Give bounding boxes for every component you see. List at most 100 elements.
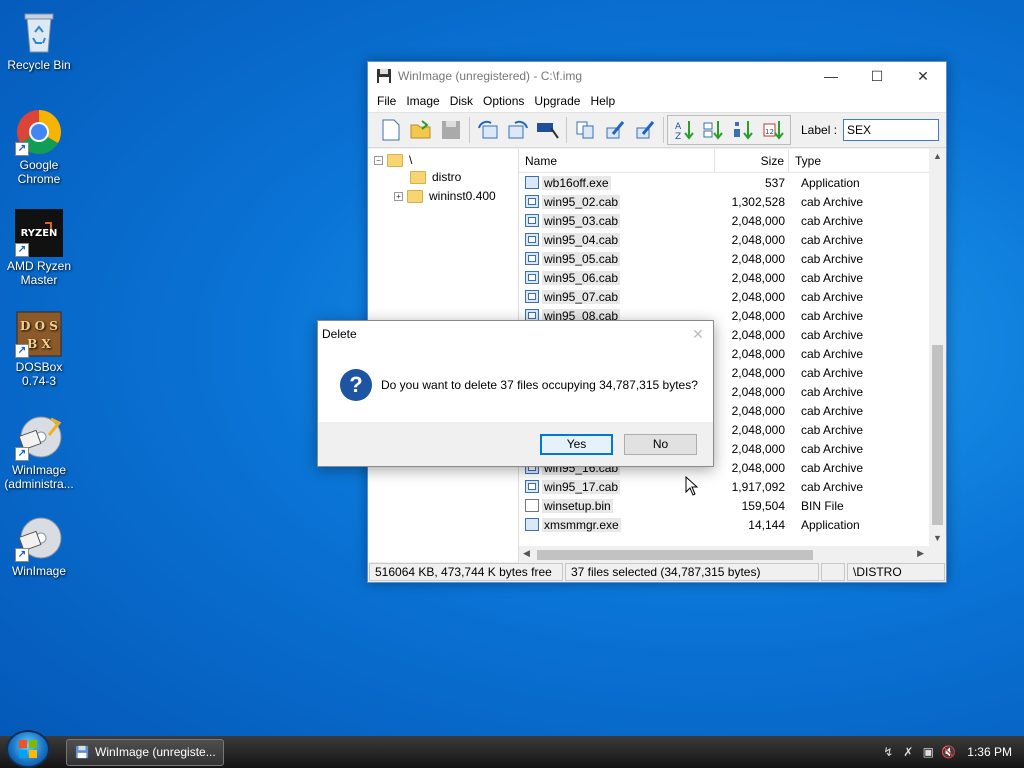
status-empty bbox=[821, 563, 845, 581]
edit-button[interactable] bbox=[600, 116, 630, 144]
sort-by-name-button[interactable]: AZ bbox=[669, 116, 699, 144]
open-button[interactable] bbox=[406, 116, 436, 144]
expand-icon[interactable]: + bbox=[394, 191, 403, 201]
sort-by-size-button[interactable] bbox=[729, 116, 759, 144]
scroll-thumb[interactable] bbox=[932, 345, 943, 525]
file-type: cab Archive bbox=[801, 289, 864, 304]
cab-file-icon bbox=[525, 214, 539, 227]
file-row[interactable]: win95_17.cab 1,917,092 cab Archive bbox=[519, 477, 946, 496]
file-row[interactable]: win95_05.cab 2,048,000 cab Archive bbox=[519, 249, 946, 268]
dialog-footer: Yes No bbox=[318, 422, 713, 466]
menu-file[interactable]: File bbox=[372, 94, 401, 108]
desktop-icon-recycle-bin[interactable]: Recycle Bin bbox=[4, 8, 74, 72]
svg-text:B X: B X bbox=[27, 337, 51, 351]
file-size: 2,048,000 bbox=[731, 251, 785, 266]
file-row[interactable]: win95_03.cab 2,048,000 cab Archive bbox=[519, 211, 946, 230]
floppy-icon bbox=[75, 745, 89, 759]
copy-button[interactable] bbox=[570, 116, 600, 144]
minimize-button[interactable]: — bbox=[808, 62, 854, 90]
properties-icon bbox=[537, 123, 559, 139]
dialog-close-icon[interactable]: ✕ bbox=[683, 326, 713, 343]
bin-file-icon bbox=[525, 499, 539, 512]
save-button[interactable] bbox=[436, 116, 466, 144]
collapse-icon[interactable]: − bbox=[374, 155, 383, 165]
scroll-up-icon[interactable]: ▲ bbox=[933, 151, 942, 161]
rename-button[interactable] bbox=[630, 116, 660, 144]
status-path: \DISTRO bbox=[847, 563, 945, 581]
svg-text:RYZEN: RYZEN bbox=[21, 228, 58, 239]
horizontal-scrollbar[interactable]: ◀ ▶ bbox=[519, 546, 946, 563]
menu-disk[interactable]: Disk bbox=[445, 94, 478, 108]
file-row[interactable]: win95_04.cab 2,048,000 cab Archive bbox=[519, 230, 946, 249]
scroll-left-icon[interactable]: ◀ bbox=[523, 548, 530, 559]
tree-item-label: \ bbox=[409, 153, 413, 167]
shortcut-arrow-icon: ↗ bbox=[15, 142, 29, 156]
file-name: xmsmmgr.exe bbox=[542, 517, 621, 532]
dialog-body: ? Do you want to delete 37 files occupyi… bbox=[318, 347, 713, 423]
sort-by-date-button[interactable]: 12 bbox=[759, 116, 789, 144]
column-type[interactable]: Type bbox=[789, 154, 821, 168]
file-name: winsetup.bin bbox=[542, 498, 613, 513]
exe-file-icon bbox=[525, 176, 539, 189]
tools-icon[interactable]: ✗ bbox=[901, 745, 915, 759]
usb-icon[interactable]: ↯ bbox=[881, 745, 895, 759]
file-name-cell: win95_06.cab bbox=[519, 270, 715, 285]
dialog-title: Delete bbox=[322, 327, 357, 341]
file-row[interactable]: winsetup.bin 159,504 BIN File bbox=[519, 496, 946, 515]
yes-button[interactable]: Yes bbox=[540, 433, 613, 455]
file-row[interactable]: wb16off.exe 537 Application bbox=[519, 173, 946, 192]
tree-item-root[interactable]: − \ bbox=[374, 151, 412, 169]
menu-upgrade[interactable]: Upgrade bbox=[529, 94, 585, 108]
menu-options[interactable]: Options bbox=[478, 94, 529, 108]
file-type: cab Archive bbox=[801, 308, 864, 323]
sort-size-icon bbox=[734, 121, 753, 140]
window-titlebar[interactable]: WinImage (unregistered) - C:\f.img — ☐ ✕ bbox=[368, 62, 946, 90]
menu-help[interactable]: Help bbox=[585, 94, 620, 108]
file-type: Application bbox=[801, 175, 860, 190]
taskbar-winimage-button[interactable]: WinImage (unregiste... bbox=[66, 738, 224, 766]
file-row[interactable]: win95_07.cab 2,048,000 cab Archive bbox=[519, 287, 946, 306]
column-name[interactable]: Name bbox=[519, 149, 715, 172]
file-row[interactable]: xmsmmgr.exe 14,144 Application bbox=[519, 515, 946, 534]
volume-muted-icon[interactable]: 🔇 bbox=[941, 745, 956, 759]
file-size: 14,144 bbox=[748, 517, 785, 532]
shortcut-arrow-icon: ↗ bbox=[15, 243, 29, 257]
new-image-button[interactable] bbox=[376, 116, 406, 144]
tree-item-wininst[interactable]: + wininst0.400 bbox=[394, 187, 496, 205]
sort-alpha-icon: AZ bbox=[675, 121, 694, 141]
sort-buttons-group: AZ 12 bbox=[667, 115, 791, 145]
delete-dialog: Delete ✕ ? Do you want to delete 37 file… bbox=[317, 320, 714, 467]
close-button[interactable]: ✕ bbox=[900, 62, 946, 90]
clock[interactable]: 1:36 PM bbox=[967, 745, 1012, 759]
vertical-scrollbar[interactable]: ▲ ▼ bbox=[929, 149, 946, 563]
desktop-icon-winimage-admin[interactable]: ↗ WinImage (administra... bbox=[4, 413, 74, 491]
file-row[interactable]: win95_06.cab 2,048,000 cab Archive bbox=[519, 268, 946, 287]
open-folder-icon bbox=[410, 120, 431, 139]
volume-label-input[interactable] bbox=[843, 119, 940, 141]
inject-button[interactable] bbox=[473, 116, 503, 144]
start-button[interactable] bbox=[6, 730, 50, 768]
scroll-right-icon[interactable]: ▶ bbox=[917, 548, 924, 559]
network-icon[interactable]: ▣ bbox=[921, 745, 935, 759]
sort-by-type-button[interactable] bbox=[699, 116, 729, 144]
properties-button[interactable] bbox=[533, 116, 563, 144]
desktop-icon-google-chrome[interactable]: ↗ Google Chrome bbox=[4, 108, 74, 186]
no-button[interactable]: No bbox=[624, 433, 697, 455]
file-name-cell: win95_03.cab bbox=[519, 213, 715, 228]
taskbar: WinImage (unregiste... ↯ ✗ ▣ 🔇 1:36 PM bbox=[0, 730, 1024, 768]
extract-button[interactable] bbox=[503, 116, 533, 144]
file-type: cab Archive bbox=[801, 479, 864, 494]
menu-image[interactable]: Image bbox=[401, 94, 444, 108]
file-row[interactable]: win95_02.cab 1,302,528 cab Archive bbox=[519, 192, 946, 211]
desktop-icon-dosbox[interactable]: D O S B X ↗ DOSBox 0.74-3 bbox=[4, 310, 74, 388]
column-size[interactable]: Size bbox=[715, 149, 789, 172]
desktop-icon-winimage[interactable]: ↗ WinImage bbox=[4, 514, 74, 578]
scroll-down-icon[interactable]: ▼ bbox=[933, 533, 942, 543]
dialog-titlebar[interactable]: Delete ✕ bbox=[318, 321, 713, 347]
file-type: cab Archive bbox=[801, 422, 864, 437]
tree-item-distro[interactable]: distro bbox=[410, 168, 461, 186]
scroll-thumb[interactable] bbox=[537, 550, 813, 560]
maximize-button[interactable]: ☐ bbox=[854, 62, 900, 90]
desktop-icon-amd-ryzen-master[interactable]: RYZEN ↗ AMD Ryzen Master bbox=[4, 209, 74, 287]
recycle-bin-icon bbox=[15, 8, 63, 56]
